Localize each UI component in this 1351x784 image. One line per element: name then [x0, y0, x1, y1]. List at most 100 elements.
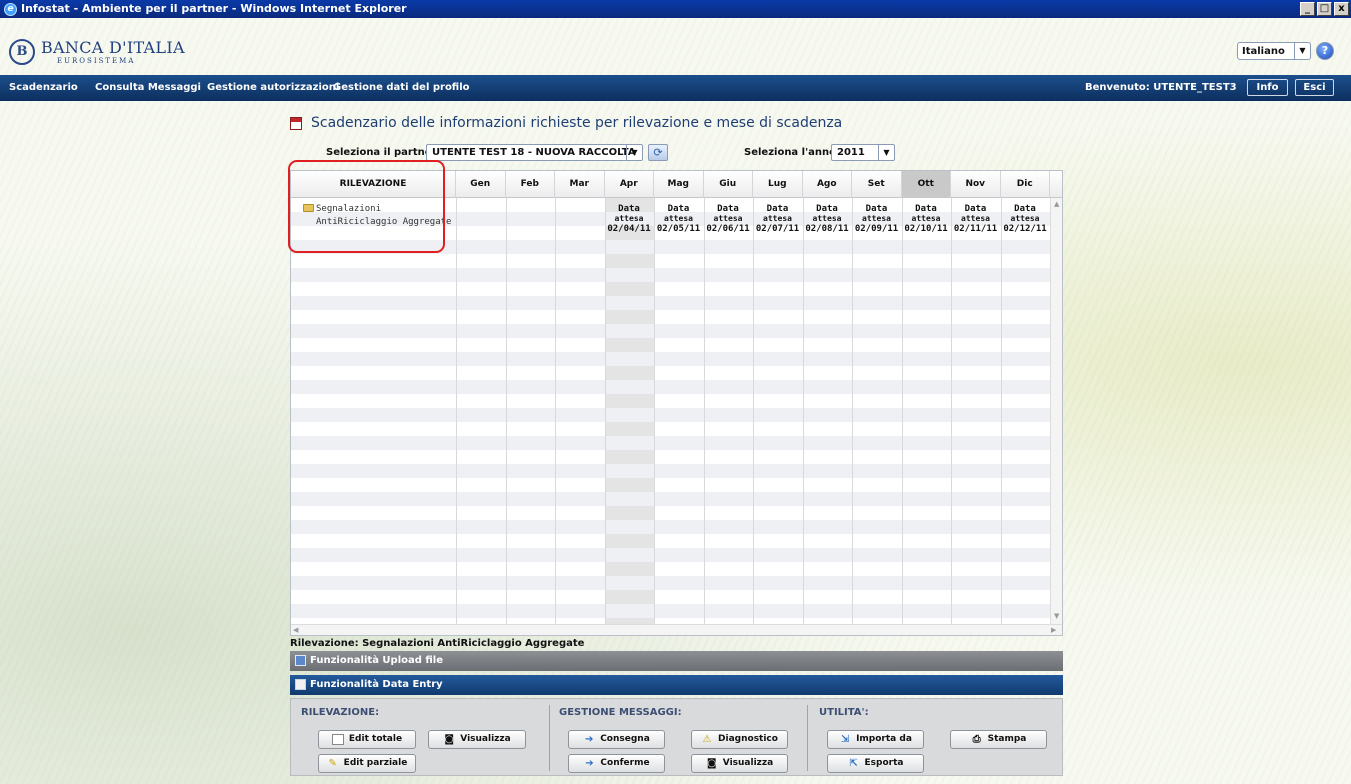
scroll-down-icon[interactable]: ▼: [1054, 612, 1059, 620]
column-header-gen[interactable]: Gen: [456, 171, 506, 198]
visualizza-button[interactable]: ◙ Visualizza: [428, 730, 526, 749]
highlight-annotation: [288, 160, 445, 253]
column-header-lug[interactable]: Lug: [753, 171, 803, 198]
vertical-scrollbar[interactable]: ▲ ▼: [1050, 198, 1062, 624]
window-title: Infostat - Ambiente per il partner - Win…: [21, 2, 407, 15]
diagnostic-icon: ⚠: [702, 734, 712, 745]
schedule-cell-giu[interactable]: Data attesa 02/06/11: [704, 204, 753, 234]
grid-row-stripe: [291, 352, 1050, 366]
schedule-cell-set[interactable]: Data attesa 02/09/11: [852, 204, 901, 234]
nav-gestione-autorizzazioni[interactable]: Gestione autorizzazioni: [207, 82, 339, 93]
stampa-button[interactable]: ⎙ Stampa: [950, 730, 1047, 749]
binoculars-icon: ◙: [444, 734, 455, 745]
panel-data-entry-title: Funzionalità Data Entry: [310, 679, 443, 690]
importa-label: Importa da: [856, 734, 912, 744]
diagnostico-button[interactable]: ⚠ Diagnostico: [691, 730, 788, 749]
schedule-cell-mag[interactable]: Data attesa 02/05/11: [654, 204, 703, 234]
edit-parziale-label: Edit parziale: [343, 758, 408, 768]
cell-label: Data: [915, 204, 937, 214]
column-divider: [505, 198, 507, 624]
importa-button[interactable]: ⇲ Importa da: [827, 730, 924, 749]
column-header-ago[interactable]: Ago: [803, 171, 852, 198]
cell-label: Data: [1014, 204, 1036, 214]
visualizza-messaggi-label: Visualizza: [722, 758, 774, 768]
year-select[interactable]: 2011 ▼: [831, 144, 895, 161]
column-divider: [852, 198, 853, 624]
cell-date: 02/05/11: [656, 224, 701, 234]
edit-totale-label: Edit totale: [348, 734, 403, 744]
nav-consulta-messaggi[interactable]: Consulta Messaggi: [95, 82, 201, 93]
cell-date: 02/08/11: [805, 224, 849, 234]
cell-status: attesa: [812, 214, 842, 223]
partner-label: Seleziona il partner:: [326, 147, 441, 158]
cell-date: 02/10/11: [904, 224, 948, 234]
cell-label: Data: [816, 204, 838, 214]
column-divider: [555, 198, 556, 624]
help-icon[interactable]: ?: [1316, 42, 1334, 60]
edit-totale-button[interactable]: Edit totale: [318, 730, 416, 749]
group-gestione-title: GESTIONE MESSAGGI:: [559, 707, 682, 718]
schedule-cell-lug[interactable]: Data attesa 02/07/11: [753, 204, 802, 234]
nav-gestione-profilo[interactable]: Gestione dati del profilo: [333, 82, 470, 93]
conferme-button[interactable]: ➔ Conferme: [568, 754, 665, 773]
minimize-button[interactable]: _: [1300, 2, 1315, 16]
consegna-label: Consegna: [600, 734, 650, 744]
binoculars-icon: ◙: [706, 758, 717, 769]
column-header-apr[interactable]: Apr: [605, 171, 654, 198]
stampa-label: Stampa: [987, 734, 1027, 744]
close-button[interactable]: x: [1334, 2, 1349, 16]
main-nav: Scadenzario Consulta Messaggi Gestione a…: [0, 75, 1351, 101]
visualizza-label: Visualizza: [460, 734, 511, 744]
panel-upload-header[interactable]: Funzionalità Upload file: [290, 651, 1063, 671]
column-header-mag[interactable]: Mag: [654, 171, 704, 198]
grid-row-stripe: [291, 604, 1050, 618]
column-header-set[interactable]: Set: [852, 171, 902, 198]
partner-select[interactable]: UTENTE TEST 18 - NUOVA RACCOLTA ▼: [426, 144, 643, 161]
chevron-down-icon: ▼: [626, 145, 642, 160]
divider: [807, 705, 808, 771]
data-entry-panel: RILEVAZIONE: GESTIONE MESSAGGI: UTILITA'…: [290, 698, 1063, 776]
schedule-cell-dic[interactable]: Data attesa 02/12/11: [1001, 204, 1050, 234]
grid-row-stripe: [291, 268, 1050, 282]
schedule-cell-ott[interactable]: Data attesa 02/10/11: [902, 204, 951, 234]
schedule-cell-ago[interactable]: Data attesa 02/08/11: [803, 204, 852, 234]
column-header-mar[interactable]: Mar: [555, 171, 605, 198]
exit-button[interactable]: Esci: [1295, 79, 1334, 96]
chevron-down-icon: ▼: [878, 145, 894, 160]
language-select[interactable]: Italiano ▼: [1237, 42, 1311, 60]
column-header-ott[interactable]: Ott: [901, 171, 951, 198]
cell-label: Data: [667, 204, 690, 214]
panel-data-entry-header[interactable]: Funzionalità Data Entry: [290, 675, 1063, 695]
scroll-up-icon[interactable]: ▲: [1054, 200, 1059, 208]
column-header-nov[interactable]: Nov: [951, 171, 1001, 198]
calendar-icon: [290, 116, 302, 130]
group-utilita-title: UTILITA':: [819, 707, 869, 718]
cell-date: 02/04/11: [607, 224, 651, 234]
divider: [549, 705, 550, 771]
page-title-text: Scadenzario delle informazioni richieste…: [311, 115, 843, 131]
maximize-button[interactable]: □: [1317, 2, 1332, 16]
cell-status: attesa: [763, 214, 792, 223]
edit-parziale-button[interactable]: ✎ Edit parziale: [318, 754, 416, 773]
schedule-cell-apr[interactable]: Data attesa 02/04/11: [605, 204, 654, 234]
conferme-label: Conferme: [600, 758, 650, 768]
column-header-feb[interactable]: Feb: [506, 171, 555, 198]
info-button[interactable]: Info: [1247, 79, 1288, 96]
nav-scadenzario[interactable]: Scadenzario: [9, 82, 78, 93]
column-header-dic[interactable]: Dic: [1001, 171, 1050, 198]
cell-label: Data: [618, 204, 640, 214]
schedule-cell-nov[interactable]: Data attesa 02/11/11: [951, 204, 1000, 234]
visualizza-messaggi-button[interactable]: ◙ Visualizza: [691, 754, 788, 773]
column-divider: [654, 198, 655, 624]
grid-row-stripe: [291, 576, 1050, 590]
column-divider: [802, 198, 804, 624]
scroll-left-icon[interactable]: ◀: [293, 626, 298, 634]
column-header-giu[interactable]: Giu: [704, 171, 753, 198]
esporta-button[interactable]: ⇱ Esporta: [827, 754, 924, 773]
cell-status: attesa: [911, 214, 941, 223]
send-icon: ➔: [585, 734, 594, 745]
horizontal-scrollbar[interactable]: ◀ ▶: [291, 624, 1062, 635]
consegna-button[interactable]: ➔ Consegna: [568, 730, 665, 749]
scroll-right-icon[interactable]: ▶: [1051, 626, 1056, 634]
refresh-icon[interactable]: ⟳: [648, 144, 668, 161]
